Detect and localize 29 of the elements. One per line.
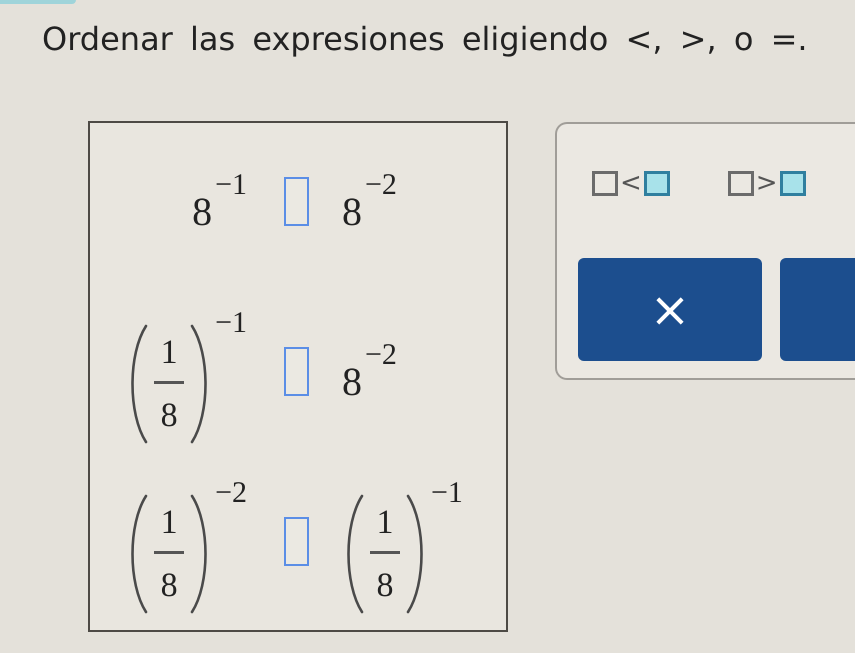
answer-box[interactable] <box>284 346 309 396</box>
answer-box[interactable] <box>284 516 309 566</box>
clear-button[interactable]: × <box>578 258 762 361</box>
filled-square-icon <box>780 170 806 196</box>
template-button[interactable]: < <box>592 170 670 196</box>
filled-square-icon <box>644 170 670 196</box>
base-number: 8 <box>192 192 212 232</box>
empty-square-icon <box>728 170 754 196</box>
fraction-bar <box>370 550 400 554</box>
numerator: 1 <box>160 336 178 370</box>
base-number: 8 <box>342 362 362 402</box>
fraction-bar <box>154 380 184 384</box>
empty-square-icon <box>592 170 618 196</box>
base-number: 8 <box>342 192 362 232</box>
answer-box[interactable] <box>284 176 309 226</box>
exponent: −2 <box>365 170 397 200</box>
instruction-text: Ordenar las expresiones eligiendo <, >, o =. <box>42 19 808 59</box>
exponent: −2 <box>215 478 247 508</box>
denominator: 8 <box>376 568 394 602</box>
numerator: 1 <box>376 506 394 540</box>
numerator: 1 <box>160 506 178 540</box>
exponent: −1 <box>215 308 247 338</box>
fraction-bar <box>154 550 184 554</box>
exponent: −1 <box>431 478 463 508</box>
exponent: −2 <box>365 340 397 370</box>
denominator: 8 <box>160 568 178 602</box>
denominator: 8 <box>160 398 178 432</box>
exponent: −1 <box>215 170 247 200</box>
template-button[interactable]: > <box>728 170 806 196</box>
